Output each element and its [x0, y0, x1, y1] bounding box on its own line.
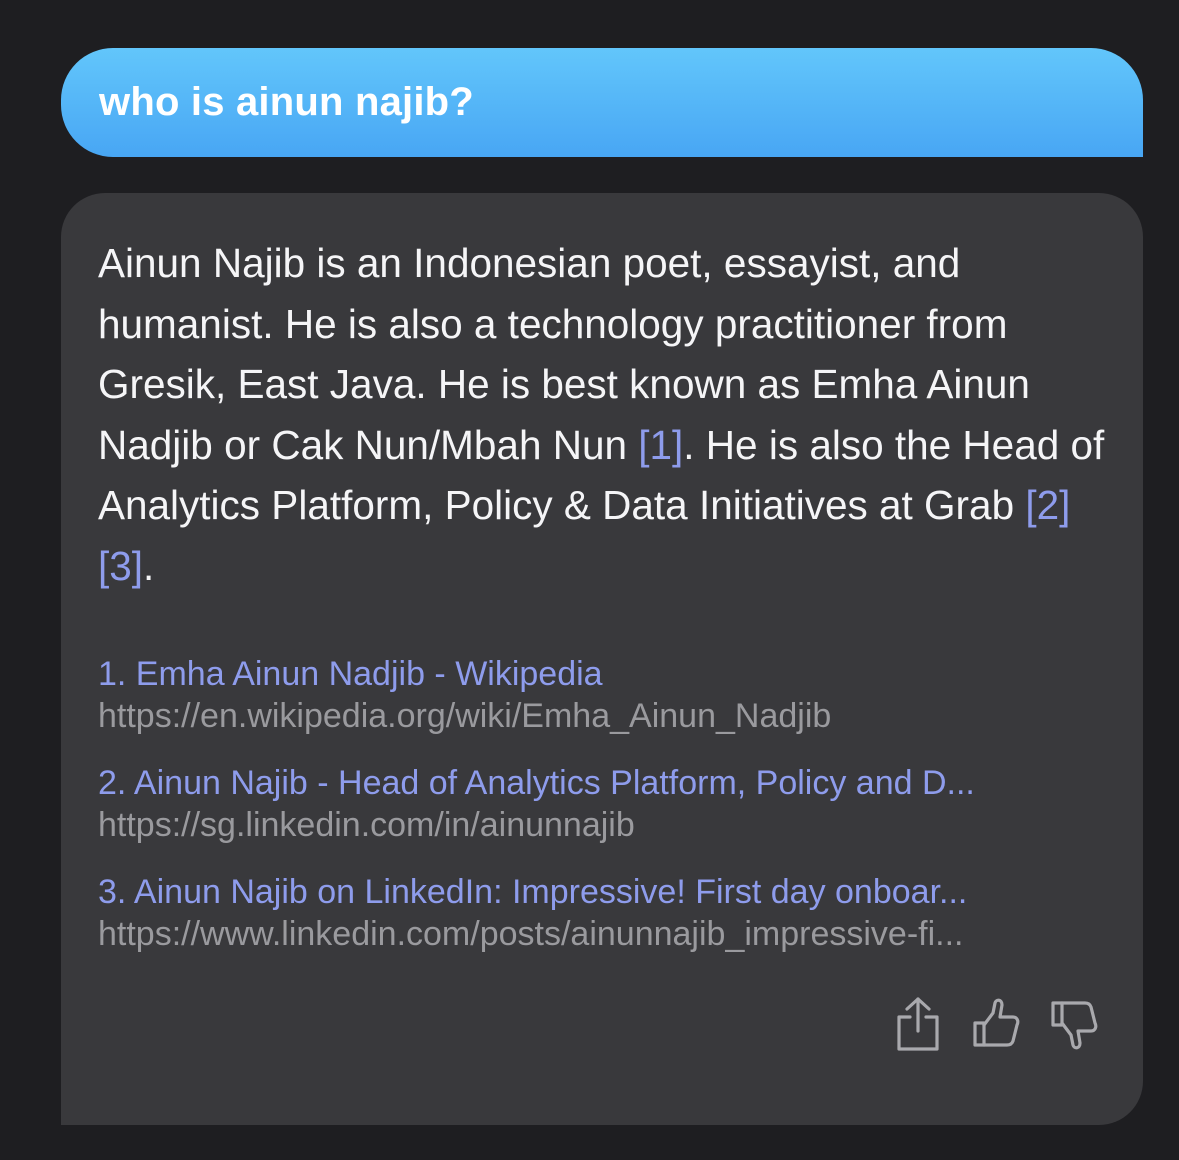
citation-link-2[interactable]: [2] — [1025, 482, 1070, 528]
source-item-3[interactable]: 3. Ainun Najib on LinkedIn: Impressive! … — [98, 871, 1105, 955]
thumbs-up-icon — [973, 998, 1020, 1047]
source-url: https://en.wikipedia.org/wiki/Emha_Ainun… — [98, 697, 832, 735]
share-button[interactable] — [893, 995, 943, 1053]
thumbs-up-button[interactable] — [971, 995, 1021, 1053]
thumbs-down-button[interactable] — [1049, 995, 1099, 1053]
message-actions — [893, 995, 1099, 1053]
source-title-link[interactable]: 2. Ainun Najib - Head of Analytics Platf… — [98, 762, 1105, 804]
thumbs-down-icon — [1051, 1001, 1098, 1050]
source-item-1[interactable]: 1. Emha Ainun Nadjib - Wikipedia https:/… — [98, 653, 1105, 737]
source-title-link[interactable]: 3. Ainun Najib on LinkedIn: Impressive! … — [98, 871, 1105, 913]
assistant-answer-text: Ainun Najib is an Indonesian poet, essay… — [98, 233, 1105, 596]
citation-link-1[interactable]: [1] — [638, 422, 683, 468]
answer-segment: . — [143, 542, 155, 589]
source-url: https://www.linkedin.com/posts/ainunnaji… — [98, 915, 964, 953]
source-title-link[interactable]: 1. Emha Ainun Nadjib - Wikipedia — [98, 653, 1105, 695]
sources-list: 1. Emha Ainun Nadjib - Wikipedia https:/… — [98, 653, 1105, 955]
source-item-2[interactable]: 2. Ainun Najib - Head of Analytics Platf… — [98, 762, 1105, 846]
source-url: https://sg.linkedin.com/in/ainunnajib — [98, 806, 635, 844]
share-icon — [897, 997, 939, 1051]
citation-link-3[interactable]: [3] — [98, 543, 143, 589]
user-message-text: who is ainun najib? — [99, 80, 474, 124]
user-message-bubble: who is ainun najib? — [61, 48, 1143, 157]
assistant-message-bubble: Ainun Najib is an Indonesian poet, essay… — [61, 193, 1143, 1125]
